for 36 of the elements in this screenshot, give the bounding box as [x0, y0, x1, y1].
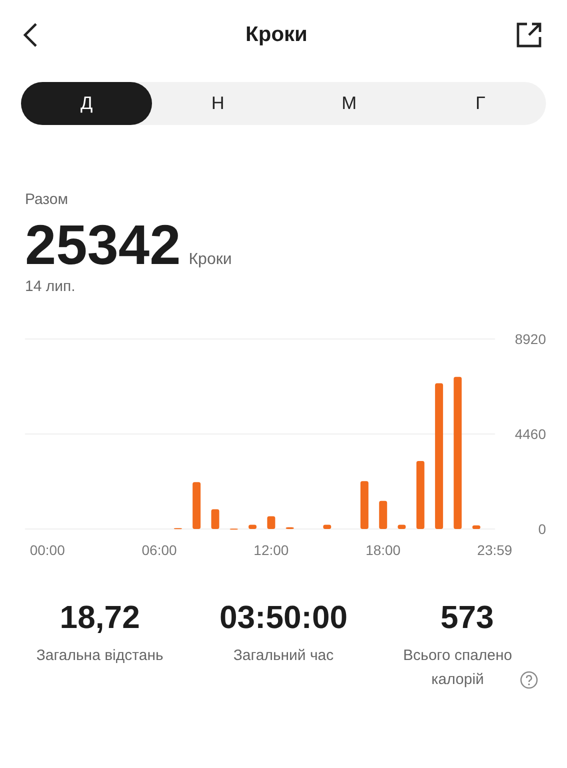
chart-bar	[192, 482, 201, 529]
date-label: 14 лип.	[25, 278, 76, 295]
chart-bar	[248, 524, 257, 529]
stat-value: 573	[440, 599, 494, 636]
axis-label: 18:00	[366, 542, 401, 558]
stat-label: Всього спалено калорій	[402, 646, 514, 690]
chart-bar	[416, 461, 424, 529]
chart-bar	[398, 524, 406, 529]
period-tab[interactable]: Г	[414, 82, 546, 125]
stat-value: 03:50:00	[219, 599, 348, 636]
chart-bar	[211, 509, 220, 529]
chart-bar	[323, 524, 332, 529]
total-steps: 25342	[25, 214, 181, 276]
stat-label: Загальна відстань	[36, 646, 164, 666]
axis-label: 06:00	[142, 542, 177, 558]
axis-label: 4460	[514, 426, 546, 442]
chart-bar	[379, 500, 388, 529]
unit-label: Кроки	[188, 251, 232, 269]
page-title: Кроки	[246, 23, 308, 47]
help-icon[interactable]	[520, 671, 538, 689]
chart-bar	[267, 516, 276, 529]
axis-label: 00:00	[30, 542, 65, 558]
stat-value: 18,72	[60, 599, 140, 636]
period-tab[interactable]: М	[284, 82, 415, 125]
share-icon[interactable]	[515, 21, 543, 49]
axis-label: 23:59	[477, 542, 512, 558]
chart-bar	[360, 481, 368, 529]
axis-label: 8920	[514, 331, 546, 347]
back-icon[interactable]	[22, 22, 38, 48]
stat-label: Загальний час	[233, 646, 334, 666]
axis-label: 12:00	[254, 542, 289, 558]
chart-bar	[472, 525, 480, 529]
total-label: Разом	[25, 191, 70, 208]
axis-label: 0	[538, 521, 546, 537]
period-tab[interactable]: Д	[21, 82, 152, 125]
period-tab[interactable]: Н	[152, 82, 284, 125]
